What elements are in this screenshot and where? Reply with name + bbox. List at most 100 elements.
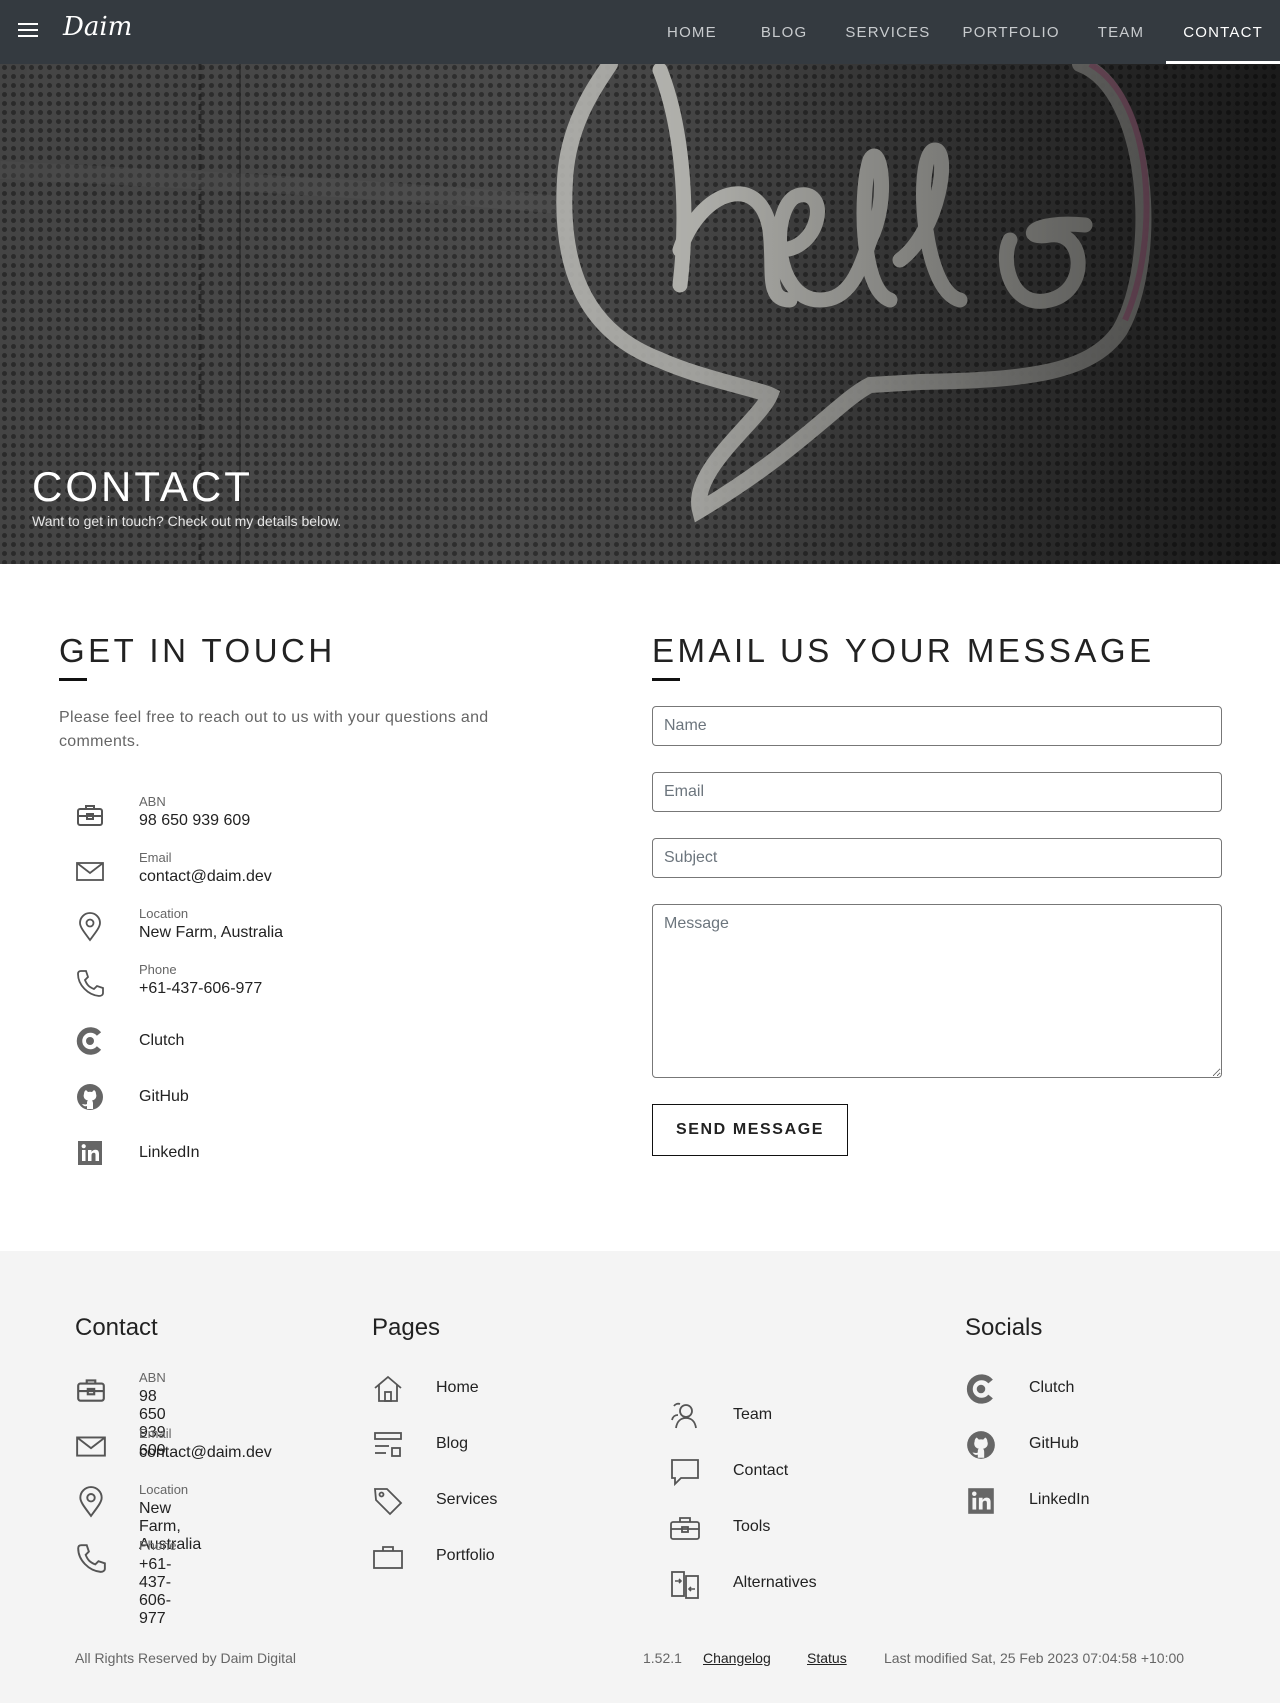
footer-page-services[interactable]: Services bbox=[372, 1482, 622, 1538]
home-icon bbox=[372, 1373, 404, 1405]
contact-section: GET IN TOUCH Please feel free to reach o… bbox=[0, 564, 1280, 1251]
message-textarea[interactable] bbox=[652, 904, 1222, 1078]
footer-social-linkedin[interactable]: LinkedIn bbox=[965, 1482, 1215, 1538]
footer-email-link[interactable]: contact@daim.dev bbox=[139, 1444, 272, 1462]
footer-socials-column: Socials Clutch GitHub LinkedIn bbox=[965, 1314, 1215, 1538]
send-message-button[interactable]: SEND MESSAGE bbox=[652, 1104, 848, 1156]
get-in-touch-column: GET IN TOUCH Please feel free to reach o… bbox=[59, 632, 539, 1186]
github-icon bbox=[965, 1429, 997, 1461]
nav-team[interactable]: TEAM bbox=[1076, 0, 1166, 64]
envelope-icon bbox=[75, 1430, 107, 1462]
heading-underline bbox=[652, 678, 680, 681]
footer-page-contact-link[interactable]: Contact bbox=[733, 1462, 788, 1480]
nav-links: HOME BLOG SERVICES PORTFOLIO TEAM CONTAC… bbox=[645, 0, 1280, 64]
footer-page-tools[interactable]: Tools bbox=[669, 1509, 919, 1565]
linkedin-link-row[interactable]: LinkedIn bbox=[59, 1130, 539, 1186]
footer-phone-label: Phone bbox=[139, 1538, 177, 1553]
phone-link[interactable]: +61-437-606-977 bbox=[139, 980, 262, 998]
portfolio-briefcase-icon bbox=[372, 1541, 404, 1573]
get-in-touch-intro: Please feel free to reach out to us with… bbox=[59, 709, 489, 750]
heading-underline bbox=[59, 678, 87, 681]
footer: Contact ABN 98 650 939 609 Email contact… bbox=[0, 1251, 1280, 1703]
footer-github-link[interactable]: GitHub bbox=[1029, 1435, 1079, 1453]
footer-page-home-link[interactable]: Home bbox=[436, 1379, 479, 1397]
version-text: 1.52.1 bbox=[643, 1650, 682, 1666]
changelog-link[interactable]: Changelog bbox=[703, 1650, 771, 1666]
location-info: Location New Farm, Australia bbox=[59, 906, 539, 962]
footer-page-services-link[interactable]: Services bbox=[436, 1491, 497, 1509]
clutch-link-row[interactable]: Clutch bbox=[59, 1018, 539, 1074]
footer-page-alternatives-link[interactable]: Alternatives bbox=[733, 1574, 817, 1592]
subject-input[interactable] bbox=[652, 838, 1222, 878]
github-link-row[interactable]: GitHub bbox=[59, 1074, 539, 1130]
footer-social-clutch[interactable]: Clutch bbox=[965, 1370, 1215, 1426]
footer-page-portfolio[interactable]: Portfolio bbox=[372, 1538, 622, 1594]
top-navbar: Daim HOME BLOG SERVICES PORTFOLIO TEAM C… bbox=[0, 0, 1280, 64]
nav-portfolio[interactable]: PORTFOLIO bbox=[947, 0, 1076, 64]
footer-page-tools-link[interactable]: Tools bbox=[733, 1518, 770, 1536]
site-logo[interactable]: Daim bbox=[63, 12, 132, 42]
nav-home[interactable]: HOME bbox=[645, 0, 739, 64]
clutch-link[interactable]: Clutch bbox=[139, 1032, 184, 1050]
footer-phone-link[interactable]: +61-437-606-977 bbox=[139, 1556, 171, 1628]
nav-blog[interactable]: BLOG bbox=[739, 0, 829, 64]
email-form-heading: EMAIL US YOUR MESSAGE bbox=[652, 632, 1155, 669]
briefcase-icon bbox=[75, 1374, 107, 1406]
footer-linkedin-link[interactable]: LinkedIn bbox=[1029, 1491, 1090, 1509]
footer-page-portfolio-link[interactable]: Portfolio bbox=[436, 1547, 495, 1565]
page-title: CONTACT bbox=[32, 463, 253, 510]
map-pin-icon bbox=[75, 1486, 107, 1518]
chat-bubble-icon bbox=[669, 1456, 701, 1488]
email-link[interactable]: contact@daim.dev bbox=[139, 868, 272, 886]
briefcase-icon bbox=[75, 800, 105, 830]
page-subtitle: Want to get in touch? Check out my detai… bbox=[32, 513, 342, 529]
footer-email: Email contact@daim.dev bbox=[75, 1426, 272, 1482]
footer-socials-heading: Socials bbox=[965, 1314, 1043, 1341]
footer-page-contact[interactable]: Contact bbox=[669, 1453, 919, 1509]
location-label: Location bbox=[139, 906, 189, 921]
footer-abn-label: ABN bbox=[139, 1370, 166, 1385]
hero-banner: CONTACT Want to get in touch? Check out … bbox=[0, 0, 1280, 564]
clutch-icon bbox=[965, 1373, 997, 1405]
last-modified-text: Last modified Sat, 25 Feb 2023 07:04:58 … bbox=[884, 1650, 1185, 1666]
location-value: New Farm, Australia bbox=[139, 924, 284, 941]
name-input[interactable] bbox=[652, 706, 1222, 746]
footer-page-alternatives[interactable]: Alternatives bbox=[669, 1565, 919, 1621]
footer-page-blog[interactable]: Blog bbox=[372, 1426, 622, 1482]
footer-pages-column-2: Team Contact Tools Alternatives bbox=[669, 1369, 919, 1621]
phone-info: Phone +61-437-606-977 bbox=[59, 962, 539, 1018]
envelope-icon bbox=[75, 856, 105, 886]
email-input[interactable] bbox=[652, 772, 1222, 812]
abn-value: 98 650 939 609 bbox=[139, 812, 251, 829]
nav-contact[interactable]: CONTACT bbox=[1166, 0, 1280, 64]
abn-label: ABN bbox=[139, 794, 166, 809]
footer-page-team-link[interactable]: Team bbox=[733, 1406, 772, 1424]
abn-info: ABN 98 650 939 609 bbox=[59, 794, 539, 850]
copyright-text: All Rights Reserved by Daim Digital bbox=[75, 1650, 296, 1666]
linkedin-icon bbox=[965, 1485, 997, 1517]
footer-phone: Phone +61-437-606-977 bbox=[75, 1538, 177, 1627]
compare-arrows-icon bbox=[669, 1568, 701, 1600]
clutch-icon bbox=[75, 1026, 105, 1056]
tag-icon bbox=[372, 1485, 404, 1517]
get-in-touch-heading: GET IN TOUCH bbox=[59, 632, 336, 669]
team-user-icon bbox=[669, 1400, 701, 1432]
blog-layout-icon bbox=[372, 1429, 404, 1461]
phone-icon bbox=[75, 1542, 107, 1574]
footer-page-blog-link[interactable]: Blog bbox=[436, 1435, 468, 1453]
github-link[interactable]: GitHub bbox=[139, 1088, 189, 1106]
status-link[interactable]: Status bbox=[807, 1650, 847, 1666]
footer-clutch-link[interactable]: Clutch bbox=[1029, 1379, 1074, 1397]
contact-form: SEND MESSAGE bbox=[652, 706, 1222, 1156]
footer-page-team[interactable]: Team bbox=[669, 1397, 919, 1453]
footer-location: Location New Farm, Australia bbox=[75, 1482, 201, 1553]
footer-page-home[interactable]: Home bbox=[372, 1370, 622, 1426]
footer-location-label: Location bbox=[139, 1482, 189, 1497]
phone-label: Phone bbox=[139, 962, 177, 977]
menu-icon[interactable] bbox=[18, 23, 38, 39]
nav-services[interactable]: SERVICES bbox=[829, 0, 946, 64]
toolbox-icon bbox=[669, 1512, 701, 1544]
linkedin-link[interactable]: LinkedIn bbox=[139, 1144, 200, 1162]
linkedin-icon bbox=[75, 1138, 105, 1168]
footer-social-github[interactable]: GitHub bbox=[965, 1426, 1215, 1482]
